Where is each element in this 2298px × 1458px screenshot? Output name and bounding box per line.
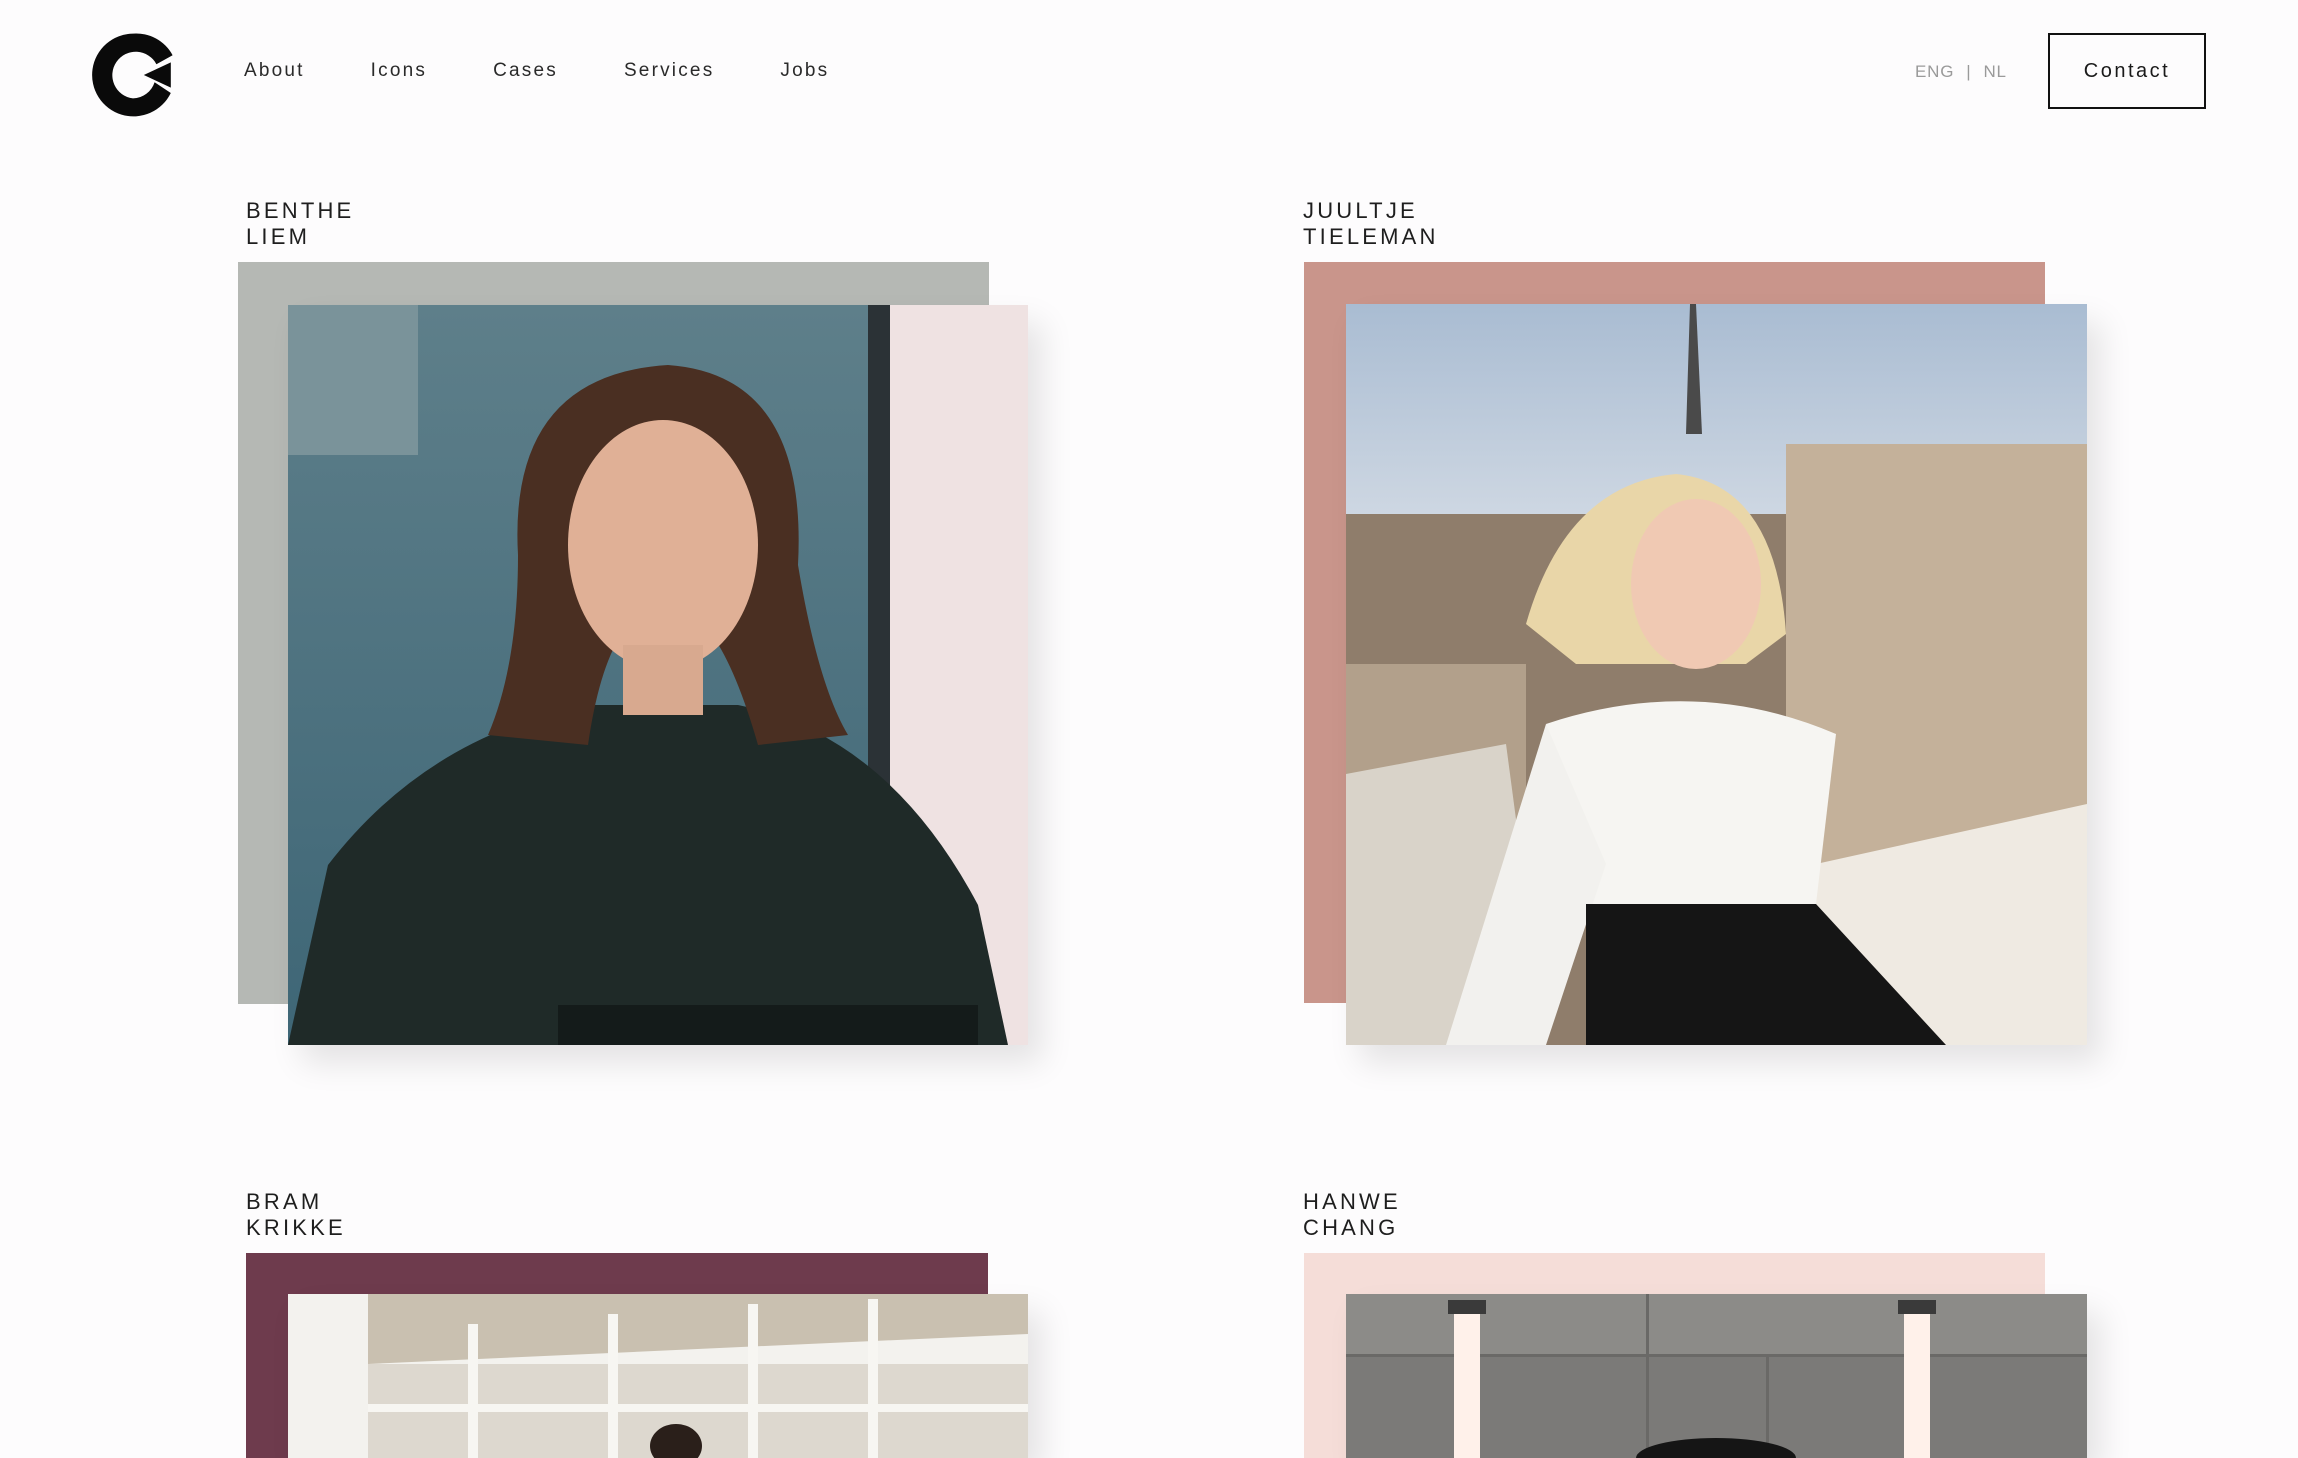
nav-item-about[interactable]: About [244, 60, 305, 82]
talent-name: JUULTJE TIELEMAN [1303, 198, 1439, 249]
logo-icon [92, 33, 173, 117]
lang-eng-link[interactable]: ENG [1915, 62, 1954, 81]
talent-photo [1346, 1294, 2087, 1458]
main-nav: About Icons Cases Services Jobs [244, 60, 895, 82]
talent-photo [288, 305, 1028, 1045]
talent-name: BENTHE LIEM [246, 198, 355, 249]
nav-item-services[interactable]: Services [624, 60, 714, 82]
nav-item-cases[interactable]: Cases [493, 60, 558, 82]
talent-photo [288, 1294, 1028, 1458]
contact-button[interactable]: Contact [2048, 33, 2206, 109]
talent-name: BRAM KRIKKE [246, 1189, 346, 1240]
lang-nl-link[interactable]: NL [1983, 62, 2006, 81]
site-logo[interactable] [88, 30, 178, 120]
talent-photo [1346, 304, 2087, 1045]
nav-item-icons[interactable]: Icons [371, 60, 427, 82]
talent-name: HANWE CHANG [1303, 1189, 1401, 1240]
lang-separator: | [1966, 62, 1972, 81]
language-switcher: ENG | NL [1915, 62, 2007, 82]
nav-item-jobs[interactable]: Jobs [780, 60, 829, 82]
